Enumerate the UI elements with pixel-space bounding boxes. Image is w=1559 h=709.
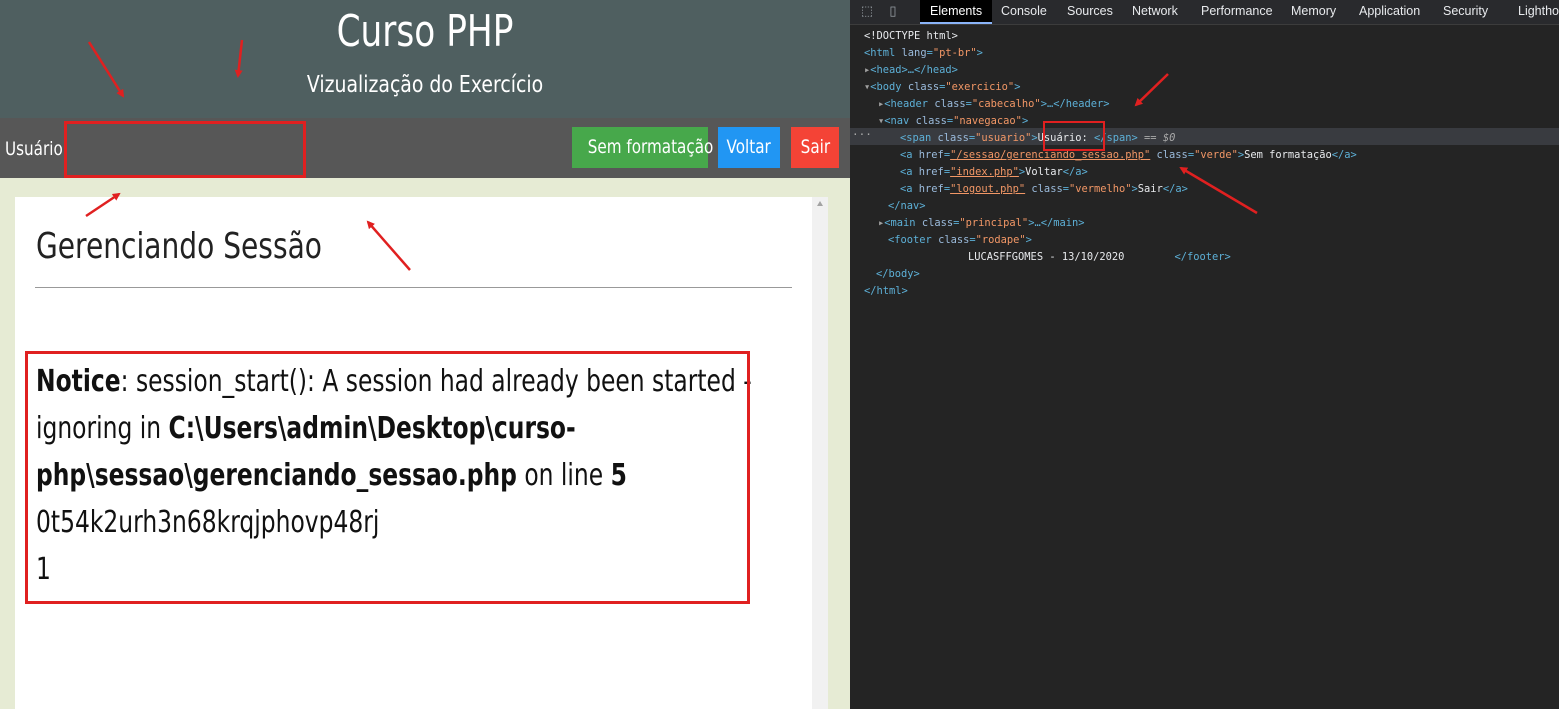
class-attr: class bbox=[937, 132, 969, 144]
device-toolbar-icon[interactable]: ▯ bbox=[886, 4, 900, 18]
header-tag: <header bbox=[884, 98, 929, 110]
class-attr: class bbox=[938, 234, 970, 246]
tab-elements[interactable]: Elements bbox=[920, 0, 993, 24]
tab-sources[interactable]: Sources bbox=[1067, 0, 1113, 24]
dom-span-usuario[interactable]: <span class="usuario">Usuário: </span> =… bbox=[900, 130, 1175, 147]
class-attr: class bbox=[1031, 183, 1063, 195]
href-attr: href bbox=[918, 149, 944, 161]
main-tag: <main bbox=[884, 217, 916, 229]
span-class-value: "usuario" bbox=[975, 132, 1032, 144]
dom-footer[interactable]: <footer class="rodape"> bbox=[888, 232, 1032, 249]
site-header: Curso PHP Vizualização do Exercício bbox=[0, 0, 850, 118]
site-title: Curso PHP bbox=[336, 6, 514, 57]
dom-main[interactable]: ▸<main class="principal">…</main> bbox=[878, 215, 1085, 232]
body-close: </body> bbox=[876, 268, 920, 280]
dom-a-verde[interactable]: <a href="/sessao/gerenciando_sessao.php"… bbox=[900, 147, 1357, 164]
more-options-icon[interactable]: ··· bbox=[852, 128, 872, 145]
dom-header[interactable]: ▸<header class="cabecalho">…</header> bbox=[878, 96, 1110, 113]
a-text-1: Sem formatação bbox=[1244, 149, 1332, 161]
devtools-toolbar: ⬚ ▯ Elements Console Sources Network Per… bbox=[850, 0, 1559, 25]
a-close: </a> bbox=[1162, 183, 1188, 195]
lang-attr: lang bbox=[901, 47, 927, 59]
footer-tag: <footer bbox=[888, 234, 932, 246]
a-text-2: Voltar bbox=[1025, 166, 1063, 178]
user-label: Usuário: bbox=[5, 138, 68, 160]
dom-nav[interactable]: ▾<nav class="navegacao"> bbox=[878, 113, 1028, 130]
dollar-zero: $0 bbox=[1162, 132, 1176, 144]
dom-html-close[interactable]: </html> bbox=[864, 283, 908, 300]
tab-application[interactable]: Application bbox=[1359, 0, 1420, 24]
href-attr: href bbox=[918, 166, 944, 178]
scrollbar[interactable] bbox=[812, 197, 828, 709]
dom-head[interactable]: ▸<head>…</head> bbox=[864, 62, 958, 79]
nav-class-value: "navegacao" bbox=[953, 115, 1022, 127]
span-tag: <span bbox=[900, 132, 932, 144]
header-close: >…</header> bbox=[1040, 98, 1110, 110]
dom-body-close[interactable]: </body> bbox=[876, 266, 920, 283]
annotation-box-span-text bbox=[1043, 121, 1105, 151]
doctype-text: <!DOCTYPE html> bbox=[864, 30, 958, 42]
class-attr: class bbox=[934, 98, 966, 110]
footer-class-value: "rodape" bbox=[975, 234, 1026, 246]
href-value-3[interactable]: "logout.php" bbox=[950, 183, 1025, 195]
tab-lighthouse[interactable]: Lighthouse bbox=[1518, 0, 1559, 24]
tab-security[interactable]: Security bbox=[1443, 0, 1488, 24]
href-value-2[interactable]: "index.php" bbox=[950, 166, 1019, 178]
dom-a-sair[interactable]: <a href="logout.php" class="vermelho">Sa… bbox=[900, 181, 1188, 198]
main-close: >…</main> bbox=[1028, 217, 1085, 229]
head-tag: <head>…</head> bbox=[870, 64, 958, 76]
heading-divider bbox=[35, 287, 792, 288]
back-button[interactable]: Voltar bbox=[718, 127, 780, 168]
back-label: Voltar bbox=[726, 136, 772, 158]
tab-console[interactable]: Console bbox=[1001, 0, 1047, 24]
dom-nav-close[interactable]: </nav> bbox=[888, 198, 926, 215]
main-class-value: "principal" bbox=[959, 217, 1029, 229]
tab-memory[interactable]: Memory bbox=[1291, 0, 1336, 24]
footer-close: </footer> bbox=[1174, 251, 1231, 263]
a-close: </a> bbox=[1331, 149, 1357, 161]
devtools-panel: ⬚ ▯ Elements Console Sources Network Per… bbox=[850, 0, 1559, 709]
browser-viewport: Curso PHP Vizualização do Exercício Usuá… bbox=[0, 0, 850, 709]
a-tag: <a bbox=[900, 166, 913, 178]
inspect-element-icon[interactable]: ⬚ bbox=[860, 4, 874, 18]
equals-text: == bbox=[1137, 132, 1163, 144]
site-subtitle: Vizualização do Exercício bbox=[306, 72, 544, 98]
body-class-value: "exercicio" bbox=[945, 81, 1015, 93]
dom-a-voltar[interactable]: <a href="index.php">Voltar</a> bbox=[900, 164, 1088, 181]
href-attr: href bbox=[918, 183, 944, 195]
lang-value: "pt-br" bbox=[932, 47, 977, 59]
logout-label: Sair bbox=[800, 136, 830, 158]
class-attr: class bbox=[1156, 149, 1188, 161]
footer-text: LUCASFFGOMES - 13/10/2020 bbox=[968, 251, 1125, 263]
a-text-3: Sair bbox=[1137, 183, 1163, 195]
nav-close: </nav> bbox=[888, 200, 926, 212]
dom-footer-text[interactable]: LUCASFFGOMES - 13/10/2020 </footer> bbox=[968, 249, 1231, 266]
dom-html[interactable]: <html lang="pt-br"> bbox=[864, 45, 983, 62]
class-attr: class bbox=[921, 217, 954, 229]
html-tag: <html bbox=[864, 47, 896, 59]
body-tag: <body bbox=[870, 81, 902, 93]
tab-performance[interactable]: Performance bbox=[1201, 0, 1273, 24]
a-class-value-3: "vermelho" bbox=[1068, 183, 1132, 195]
logout-button[interactable]: Sair bbox=[791, 127, 839, 168]
annotation-box-user bbox=[64, 121, 306, 178]
plain-format-button[interactable]: Sem formatação bbox=[572, 127, 713, 168]
page-heading: Gerenciando Sessão bbox=[36, 226, 322, 267]
html-close: </html> bbox=[864, 285, 908, 297]
tab-network[interactable]: Network bbox=[1132, 0, 1178, 24]
dom-doctype[interactable]: <!DOCTYPE html> bbox=[864, 28, 958, 45]
annotation-box-notice bbox=[25, 351, 750, 604]
dom-body[interactable]: ▾<body class="exercicio"> bbox=[864, 79, 1020, 96]
header-class-value: "cabecalho" bbox=[971, 98, 1041, 110]
a-tag: <a bbox=[900, 183, 913, 195]
a-tag: <a bbox=[900, 149, 913, 161]
class-attr: class bbox=[907, 81, 940, 93]
nav-tag: <nav bbox=[884, 115, 910, 127]
a-close: </a> bbox=[1062, 166, 1088, 178]
class-attr: class bbox=[915, 115, 947, 127]
plain-format-label: Sem formatação bbox=[587, 136, 714, 158]
a-class-value-1: "verde" bbox=[1194, 149, 1238, 161]
scroll-up-arrow-icon[interactable] bbox=[817, 201, 823, 206]
